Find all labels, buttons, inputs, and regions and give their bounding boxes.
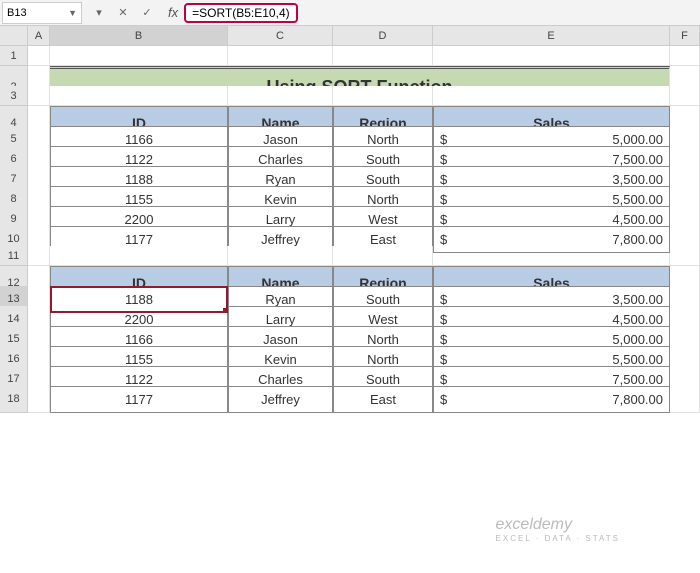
cell-E3[interactable]	[433, 86, 670, 106]
cell-F11[interactable]	[670, 246, 700, 266]
col-header-D[interactable]: D	[333, 26, 433, 46]
cell-B1[interactable]	[50, 46, 228, 66]
cell-F18[interactable]	[670, 386, 700, 413]
cell-D1[interactable]	[333, 46, 433, 66]
col-header-A[interactable]: A	[28, 26, 50, 46]
confirm-icon[interactable]: ✓	[138, 4, 156, 22]
cell-C3[interactable]	[228, 86, 333, 106]
t2-r5-id[interactable]: 1177	[50, 386, 228, 413]
cell-B11[interactable]	[50, 246, 228, 266]
cell-A3[interactable]	[28, 86, 50, 106]
select-all-corner[interactable]	[0, 26, 28, 46]
cell-D11[interactable]	[333, 246, 433, 266]
cell-D3[interactable]	[333, 86, 433, 106]
t2-r5-region[interactable]: East	[333, 386, 433, 413]
cell-reference: B13	[7, 7, 27, 19]
col-header-B[interactable]: B	[50, 26, 228, 46]
col-header-C[interactable]: C	[228, 26, 333, 46]
cell-A11[interactable]	[28, 246, 50, 266]
cell-A1[interactable]	[28, 46, 50, 66]
row-header-3[interactable]: 3	[0, 86, 28, 106]
cancel-icon[interactable]: ✕	[114, 4, 132, 22]
watermark: exceldemy EXCEL · DATA · STATS	[496, 516, 620, 543]
formula-text: =SORT(B5:E10,4)	[192, 6, 290, 20]
cell-C1[interactable]	[228, 46, 333, 66]
col-header-E[interactable]: E	[433, 26, 670, 46]
t2-r5-name[interactable]: Jeffrey	[228, 386, 333, 413]
cell-F1[interactable]	[670, 46, 700, 66]
row-header-11[interactable]: 11	[0, 246, 28, 266]
t2-r5-sales[interactable]: $7,800.00	[433, 386, 670, 413]
formula-bar[interactable]: =SORT(B5:E10,4)	[184, 3, 298, 23]
fx-icon[interactable]: fx	[168, 5, 178, 20]
name-box[interactable]: B13 ▼	[2, 2, 82, 24]
cell-E1[interactable]	[433, 46, 670, 66]
row-header-18[interactable]: 18	[0, 386, 28, 413]
cell-C11[interactable]	[228, 246, 333, 266]
chevron-down-icon[interactable]: ▼	[68, 8, 77, 18]
t2-r0-id[interactable]: 1188	[50, 286, 228, 313]
dropdown-icon[interactable]: ▾	[90, 4, 108, 22]
col-header-F[interactable]: F	[670, 26, 700, 46]
t1-r5-sales[interactable]: $7,800.00	[433, 226, 670, 253]
cell-F3[interactable]	[670, 86, 700, 106]
row-header-1[interactable]: 1	[0, 46, 28, 66]
cell-B3[interactable]	[50, 86, 228, 106]
worksheet-grid[interactable]: A B C D E F 1 2 Using SORT Function 3 4 …	[0, 26, 700, 406]
cell-A18[interactable]	[28, 386, 50, 413]
